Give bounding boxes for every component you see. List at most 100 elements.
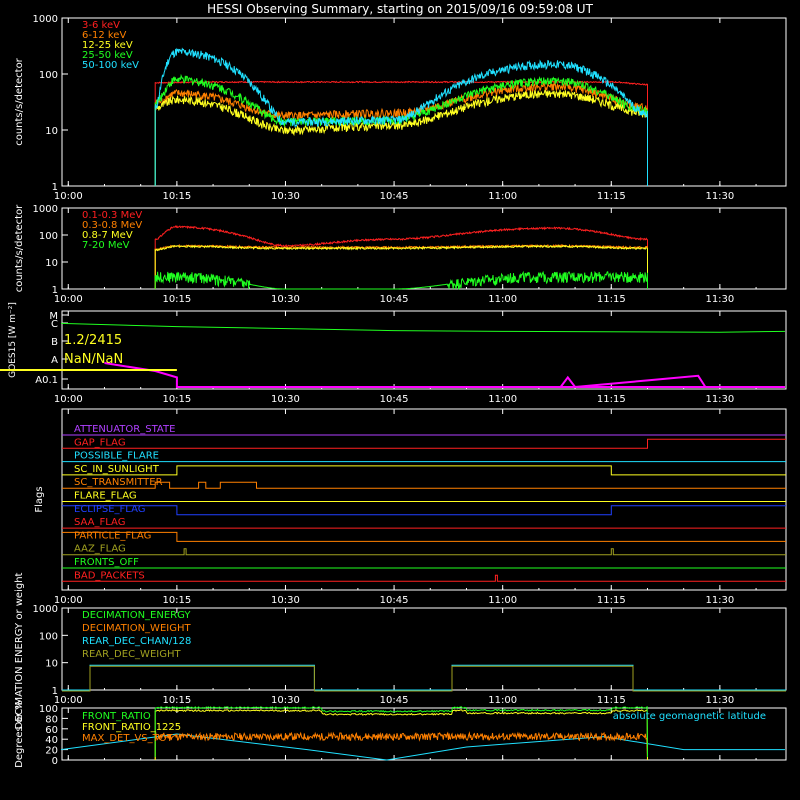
legend-entry: MAX_DET_VS_TOT [82, 733, 174, 744]
goes-annotation: NaN/NaN [64, 352, 123, 367]
y-tick-label: 100 [39, 70, 58, 81]
y-tick-label: 1000 [33, 604, 58, 615]
x-tick-label: 11:30 [705, 294, 734, 305]
x-tick-label: 10:45 [380, 695, 409, 706]
x-tick-label: 10:00 [54, 595, 83, 606]
flag-label: BAD_PACKETS [74, 570, 145, 581]
legend-entry: FRONT_RATIO_1225 [82, 722, 181, 733]
legend-entry: DECIMATION_WEIGHT [82, 623, 191, 634]
x-tick-label: 11:15 [597, 394, 626, 405]
x-tick-label: 11:15 [597, 294, 626, 305]
y-axis-label: Flags [34, 486, 45, 512]
goes-long-line [60, 322, 786, 333]
flag-line [62, 438, 786, 449]
hessi-summary-plot: HESSI Observing Summary, starting on 201… [0, 0, 800, 800]
flag-label: POSSIBLE_FLARE [74, 451, 159, 462]
y-tick-label: 100 [39, 231, 58, 242]
flag-label: SC_TRANSMITTER [74, 477, 163, 488]
y-tick-label: B [51, 337, 58, 348]
max-det-line [154, 731, 648, 761]
flag-line [62, 465, 786, 476]
x-tick-label: 10:15 [162, 695, 191, 706]
flag-line [62, 505, 786, 516]
y-tick-label: 100 [39, 704, 58, 715]
x-tick-label: 10:15 [162, 394, 191, 405]
x-tick-label: 11:30 [705, 191, 734, 202]
rear-dec-chan-line [62, 664, 786, 691]
x-tick-label: 10:30 [271, 595, 300, 606]
x-tick-label: 11:30 [705, 595, 734, 606]
x-tick-label: 11:30 [705, 394, 734, 405]
goes-annotation: 1.2/2415 [64, 333, 122, 348]
series-line [154, 73, 648, 186]
y-tick-label: M [49, 311, 58, 322]
legend-entry: 7-20 MeV [82, 240, 130, 251]
x-tick-label: 10:00 [54, 695, 83, 706]
x-tick-label: 10:15 [162, 595, 191, 606]
y-tick-label: 100 [39, 631, 58, 642]
x-tick-label: 10:00 [54, 191, 83, 202]
goes-short-line [104, 362, 707, 389]
x-tick-label: 11:00 [488, 294, 517, 305]
flag-label: GAP_FLAG [74, 437, 126, 448]
x-tick-label: 11:00 [488, 191, 517, 202]
flag-label: SC_IN_SUNLIGHT [74, 464, 160, 475]
y-tick-label: 1000 [33, 204, 58, 215]
legend-entry: REAR_DEC_WEIGHT [82, 649, 181, 660]
legend-entry: DECIMATION_ENERGY [82, 610, 191, 621]
panel-frame-3 [61, 408, 787, 591]
flag-line [62, 548, 786, 556]
y-tick-label: 1 [52, 285, 58, 296]
x-tick-label: 10:15 [162, 294, 191, 305]
legend-entry: 50-100 keV [82, 60, 139, 71]
legend-entry: REAR_DEC_CHAN/128 [82, 636, 191, 647]
flag-label: FLARE_FLAG [74, 491, 137, 502]
flag-label: SAA_FLAG [74, 517, 125, 528]
y-tick-label: 80 [45, 714, 58, 725]
y-axis-label: GOES15 [W m⁻²] [8, 302, 18, 378]
y-tick-label: 40 [45, 735, 58, 746]
legend-entry: FRONT_RATIO [82, 711, 151, 722]
y-tick-label: A [51, 355, 58, 366]
y-tick-label: 0 [52, 756, 58, 767]
y-tick-label: 60 [45, 725, 58, 736]
flag-label: AAZ_FLAG [74, 544, 126, 555]
x-tick-label: 10:30 [271, 394, 300, 405]
flag-line [62, 531, 786, 542]
x-tick-label: 10:30 [271, 294, 300, 305]
y-tick-label: A0.1 [35, 375, 58, 386]
flag-label: FRONTS_OFF [74, 557, 139, 568]
x-tick-label: 11:15 [597, 695, 626, 706]
y-tick-label: 20 [45, 746, 58, 757]
x-tick-label: 10:45 [380, 294, 409, 305]
y-axis-label: Degrees or % [14, 700, 25, 768]
y-tick-label: 1 [52, 182, 58, 193]
y-tick-label: 1000 [33, 14, 58, 25]
chart-canvas: HESSI Observing Summary, starting on 201… [0, 2, 787, 768]
x-tick-label: 10:00 [54, 394, 83, 405]
x-tick-label: 10:30 [271, 191, 300, 202]
flag-label: ATTENUATOR_STATE [74, 424, 175, 435]
x-tick-label: 10:45 [380, 191, 409, 202]
y-tick-label: 10 [45, 258, 58, 269]
series-line [154, 244, 648, 289]
flag-line [62, 574, 786, 582]
x-tick-label: 10:30 [271, 695, 300, 706]
x-tick-label: 10:45 [380, 394, 409, 405]
y-tick-label: 10 [45, 126, 58, 137]
legend-entry: absolute geomagnetic latitude [613, 711, 766, 722]
x-tick-label: 11:00 [488, 595, 517, 606]
x-tick-label: 11:30 [705, 695, 734, 706]
x-tick-label: 11:00 [488, 695, 517, 706]
x-tick-label: 10:00 [54, 294, 83, 305]
y-tick-label: 1 [52, 686, 58, 697]
x-tick-label: 10:15 [162, 191, 191, 202]
y-tick-label: 10 [45, 659, 58, 670]
front-ratio-1225-line [154, 708, 648, 761]
series-line [154, 81, 648, 186]
x-tick-label: 10:45 [380, 595, 409, 606]
x-tick-label: 11:15 [597, 191, 626, 202]
x-tick-label: 11:15 [597, 595, 626, 606]
y-axis-label: counts/s/detector [14, 204, 25, 292]
x-tick-label: 11:00 [488, 394, 517, 405]
